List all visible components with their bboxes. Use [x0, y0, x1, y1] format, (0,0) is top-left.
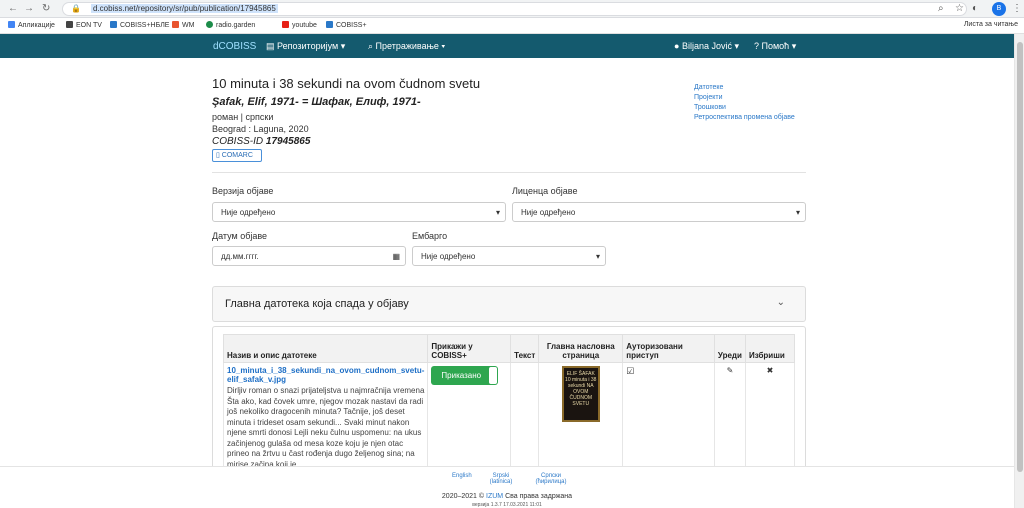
file-cell: 10_minuta_i_38_sekundi_na_ovom_cudnom_sv… [222, 362, 429, 474]
files-table: Назив и опис датотеке Прикажи у COBISS+ … [222, 334, 796, 474]
main-file-panel-header[interactable]: Главна датотека која спада у објаву ⌄ [212, 286, 806, 322]
bookmark-youtube[interactable]: youtube [282, 21, 317, 29]
file-description: Dirljiv roman o snazi prijateljstva u na… [227, 386, 425, 469]
chevron-down-icon: ▾ [795, 208, 800, 217]
copyright: 2020–2021 © IZUM Сва права задржана [441, 493, 573, 500]
calendar-icon[interactable]: ▦ [392, 252, 400, 261]
link-files[interactable]: Датотеке [694, 84, 795, 91]
col-edit: Уреди [713, 334, 746, 363]
bookmark-cobiss-nble[interactable]: COBISS+НБЛЕ [110, 21, 169, 29]
toggle-knob [489, 367, 498, 384]
browser-toolbar: ← → ↻ 🔒 d.cobiss.net/repository/sr/pub/p… [0, 0, 1024, 18]
col-text: Текст [510, 334, 540, 363]
nav-repositories[interactable]: ▤ Репозиторијум ▾ [266, 41, 345, 52]
file-name-link[interactable]: 10_minuta_i_38_sekundi_na_ovom_cudnom_sv… [227, 366, 424, 384]
bookmark-apps[interactable]: Апликације [8, 21, 55, 29]
col-show: Прикажи у COBISS+ [427, 334, 512, 363]
nav-help[interactable]: ? Помоћ ▾ [754, 41, 796, 52]
col-cover: Главна насловна страница [538, 334, 624, 363]
youtube-icon [282, 21, 289, 28]
bookmarks-bar: Апликације EON TV COBISS+НБЛЕ WM radio.g… [0, 18, 1024, 34]
reload-icon[interactable]: ↻ [42, 3, 50, 14]
cobiss-plus-icon [326, 21, 333, 28]
lang-serbian-cyrillic[interactable]: Српски (ћирилица) [526, 473, 576, 485]
lang-english[interactable]: English [452, 473, 472, 479]
extensions-icon[interactable]: ◐ [972, 3, 978, 14]
zoom-icon[interactable]: ⌕ [938, 3, 944, 14]
auth-cell: ☑ [622, 362, 715, 474]
bookmark-radio-garden[interactable]: radio.garden [206, 21, 255, 29]
embargo-label: Ембарго [412, 231, 448, 241]
table-header-row: Назив и опис датотеке Прикажи у COBISS+ … [222, 334, 796, 363]
publication-type: роман | српски [212, 112, 274, 122]
publication-author: Şafak, Elif, 1971- = Шафак, Елиф, 1971- [212, 96, 421, 108]
url-text[interactable]: d.cobiss.net/repository/sr/pub/publicati… [91, 4, 278, 13]
table-row: 10_minuta_i_38_sekundi_na_ovom_cudnom_sv… [222, 362, 796, 474]
side-links: Датотеке Пројекти Трошкови Ретроспектива… [694, 84, 795, 124]
profile-avatar[interactable]: B [992, 2, 1006, 16]
search-icon: ⌕ [368, 41, 376, 51]
edit-cell: ✎ [713, 362, 746, 474]
menu-icon[interactable]: ⋮ [1012, 3, 1022, 14]
address-bar[interactable]: 🔒 d.cobiss.net/repository/sr/pub/publica… [62, 2, 967, 16]
nav-user[interactable]: ● Biljana Jović ▾ [674, 41, 739, 52]
show-cell: Приказано [427, 362, 512, 474]
date-input[interactable]: дд.мм.гггг. ▦ [212, 246, 406, 266]
chevron-down-icon[interactable]: ⌄ [777, 297, 785, 308]
lock-icon: 🔒 [71, 4, 81, 13]
bookmark-eon[interactable]: EON TV [66, 21, 102, 29]
divider [212, 172, 806, 173]
link-changes[interactable]: Ретроспектива промена објаве [694, 114, 795, 121]
embargo-select[interactable]: Није одређено ▾ [412, 246, 606, 266]
lang-serbian-latin[interactable]: Srpski (latinica) [484, 473, 518, 485]
text-cell [510, 362, 540, 474]
star-icon[interactable]: ☆ [955, 3, 964, 14]
wm-icon [172, 21, 179, 28]
col-name: Назив и опис датотеке [222, 334, 429, 363]
page-scrollbar[interactable] [1014, 34, 1024, 508]
forward-icon[interactable]: → [24, 3, 34, 14]
izum-link[interactable]: IZUM [486, 493, 503, 500]
panel-title: Главна датотека која спада у објаву [225, 298, 409, 310]
site-navbar: dCOBISS ▤ Репозиторијум ▾ ⌕ Претраживање… [0, 34, 1024, 58]
publication-imprint: Beograd : Laguna, 2020 [212, 124, 309, 134]
chevron-down-icon: ▾ [595, 252, 600, 261]
bookmark-wm[interactable]: WM [172, 21, 194, 29]
checkbox-checked-icon[interactable]: ☑ [626, 366, 634, 376]
nav-search[interactable]: ⌕ Претраживање ▾ [368, 41, 445, 52]
pencil-icon[interactable]: ✎ [727, 366, 734, 375]
reading-list[interactable]: Листа за читање [964, 21, 1018, 28]
help-icon: ? [754, 41, 762, 51]
cover-thumbnail[interactable]: ELIF ŠAFAK 10 minuta i 38 sekundi NA OVO… [561, 366, 600, 422]
license-select[interactable]: Није одређено ▾ [512, 202, 806, 222]
col-delete: Избриши [744, 334, 796, 363]
cobiss-id: COBISS-ID 17945865 [212, 136, 311, 147]
cover-cell: ELIF ŠAFAK 10 minuta i 38 sekundi NA OVO… [538, 362, 624, 474]
bookmark-cobiss-plus[interactable]: COBISS+ [326, 21, 367, 29]
apps-icon [8, 21, 15, 28]
archive-icon: ▤ [266, 41, 278, 51]
scrollbar-thumb[interactable] [1017, 42, 1023, 472]
close-icon[interactable]: ✖ [767, 366, 774, 375]
show-toggle[interactable]: Приказано [431, 366, 499, 385]
license-label: Лиценца објаве [512, 186, 578, 196]
col-auth: Ауторизовани приступ [622, 334, 715, 363]
version-label: Верзија објаве [212, 186, 274, 196]
link-costs[interactable]: Трошкови [694, 104, 795, 111]
chevron-down-icon: ▾ [495, 208, 500, 217]
link-projects[interactable]: Пројекти [694, 94, 795, 101]
version-info: верзија 1.3.7 17.03.2021 11:01 [472, 502, 542, 508]
date-label: Датум објаве [212, 231, 268, 241]
footer: English Srpski (latinica) Српски (ћирили… [0, 466, 1014, 508]
comarc-button[interactable]: ▯ COMARC [212, 149, 262, 162]
eon-icon [66, 21, 73, 28]
publication-title: 10 minuta i 38 sekundi na ovom čudnom sv… [212, 76, 481, 91]
delete-cell: ✖ [744, 362, 796, 474]
version-select[interactable]: Није одређено ▾ [212, 202, 506, 222]
back-icon[interactable]: ← [8, 3, 18, 14]
user-icon: ● [674, 41, 682, 51]
cobiss-icon [110, 21, 117, 28]
radio-icon [206, 21, 213, 28]
brand-logo[interactable]: dCOBISS [213, 41, 256, 52]
